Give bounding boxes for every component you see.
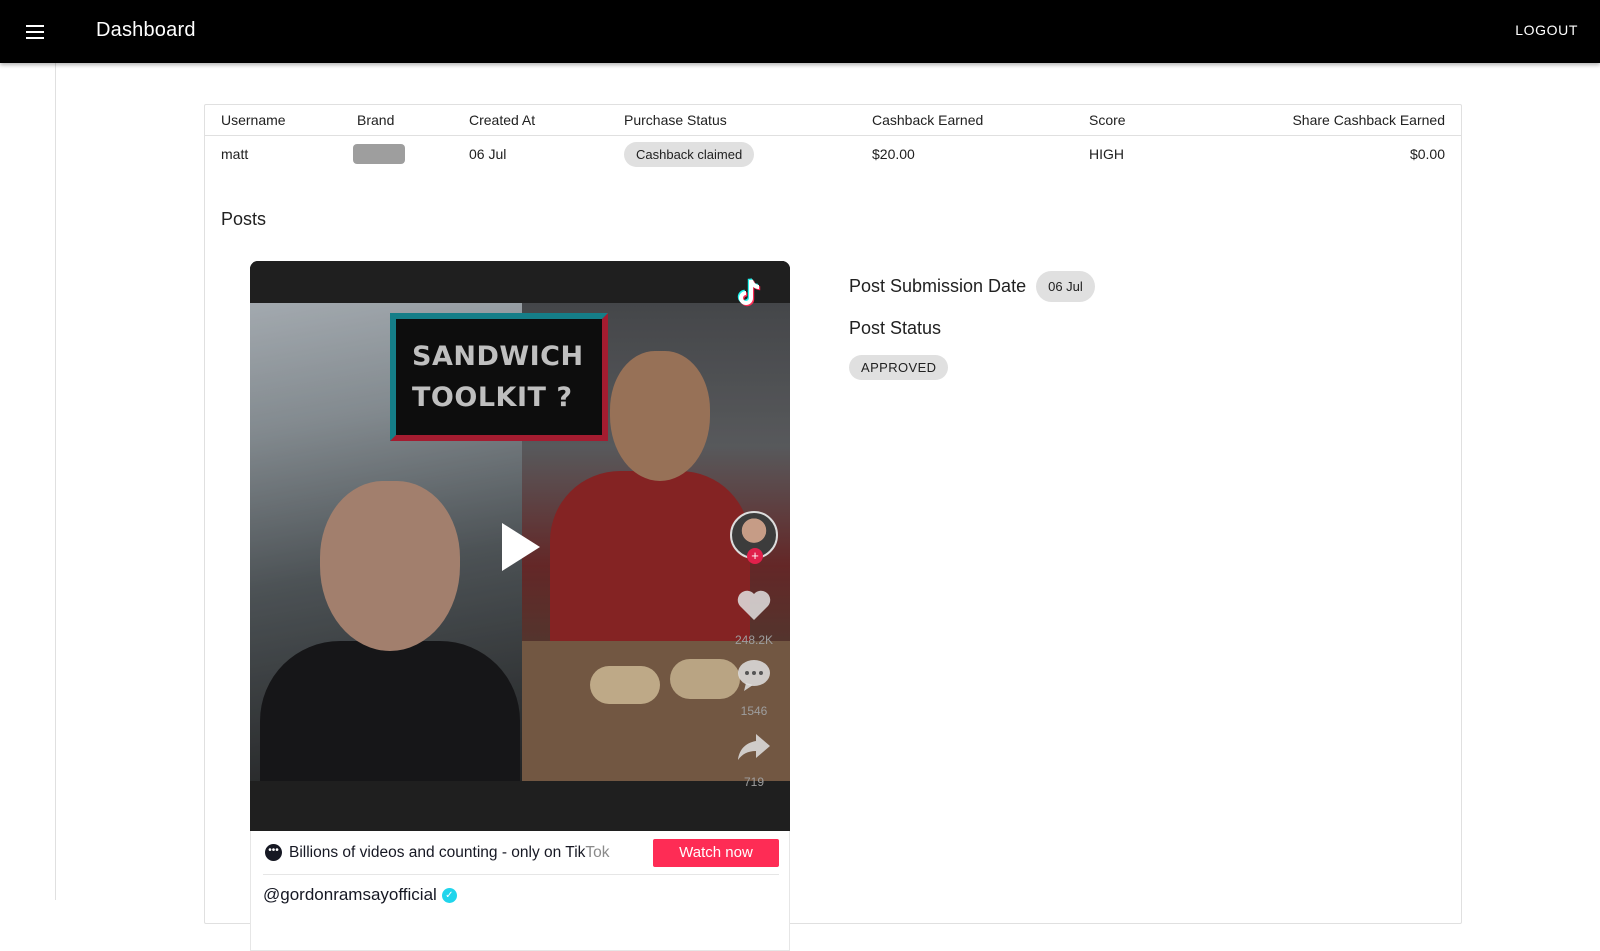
table-header-row: Username Brand Created At Purchase Statu… <box>205 105 1461 136</box>
post-status-chip: APPROVED <box>849 355 949 380</box>
column-header-cashback-earned: Cashback Earned <box>872 105 1089 136</box>
creator-handle[interactable]: @gordonramsayofficial ✓ <box>263 885 457 905</box>
column-header-score: Score <box>1089 105 1189 136</box>
hamburger-menu-icon[interactable] <box>22 20 48 44</box>
banner-row: ••• Billions of videos and counting - on… <box>263 831 779 875</box>
tiktok-embed-banner: ••• Billions of videos and counting - on… <box>250 831 790 951</box>
post-details: Post Submission Date 06 Jul Post Status … <box>849 271 1095 380</box>
likes-count: 248.2K <box>734 633 774 647</box>
summary-table: Username Brand Created At Purchase Statu… <box>205 105 1461 173</box>
follow-plus-icon[interactable]: + <box>747 548 763 564</box>
column-header-purchase-status: Purchase Status <box>624 105 872 136</box>
logout-button[interactable]: LOGOUT <box>1515 22 1578 38</box>
tiktok-video-player[interactable]: SANDWICH TOOLKIT ? + 248.2K 1546 719 <box>250 261 790 831</box>
column-header-brand: Brand <box>357 105 469 136</box>
cell-brand <box>353 135 469 173</box>
content-card: Username Brand Created At Purchase Statu… <box>204 104 1462 951</box>
verified-check-icon: ✓ <box>441 887 457 903</box>
play-icon[interactable] <box>502 523 540 571</box>
banner-text: Billions of videos and counting - only o… <box>289 844 610 862</box>
heart-icon[interactable] <box>734 585 774 625</box>
cell-created-at: 06 Jul <box>469 146 507 163</box>
chat-bubble-icon: ••• <box>265 844 282 861</box>
column-header-created-at: Created At <box>469 105 624 136</box>
cell-score: HIGH <box>1089 146 1124 163</box>
tiktok-logo-icon <box>737 278 761 307</box>
comment-icon[interactable] <box>734 655 774 695</box>
app-title: Dashboard <box>96 19 196 41</box>
share-icon[interactable] <box>734 727 774 767</box>
column-header-share-cashback-earned: Share Cashback Earned <box>1189 105 1461 136</box>
purchase-status-chip: Cashback claimed <box>624 141 755 167</box>
shares-count: 719 <box>743 775 765 789</box>
submission-date-label: Post Submission Date <box>849 276 1027 296</box>
submission-row: Post Submission Date 06 Jul <box>849 271 1095 302</box>
app-bar: Dashboard LOGOUT <box>0 0 1600 63</box>
cell-share-cashback-earned: $0.00 <box>1409 146 1445 163</box>
watch-now-button[interactable]: Watch now <box>653 839 779 867</box>
cell-username: matt <box>221 146 249 163</box>
comments-count: 1546 <box>740 704 768 718</box>
sidebar <box>0 63 56 900</box>
cell-cashback-earned: $20.00 <box>872 146 915 163</box>
posts-heading: Posts <box>221 209 267 229</box>
banner-text-main: Billions of videos and counting - only o… <box>289 843 586 861</box>
cell-purchase-status: Cashback claimed <box>624 135 872 173</box>
table-row: matt 06 Jul Cashback claimed $20.00 HIGH… <box>205 135 1461 173</box>
creator-handle-text: @gordonramsayofficial <box>263 885 437 904</box>
submission-date-chip: 06 Jul <box>1036 271 1095 302</box>
post-status-label: Post Status <box>849 318 942 338</box>
column-header-username: Username <box>205 105 357 136</box>
brand-logo-placeholder <box>353 144 405 165</box>
banner-text-fade: Tok <box>585 843 610 861</box>
